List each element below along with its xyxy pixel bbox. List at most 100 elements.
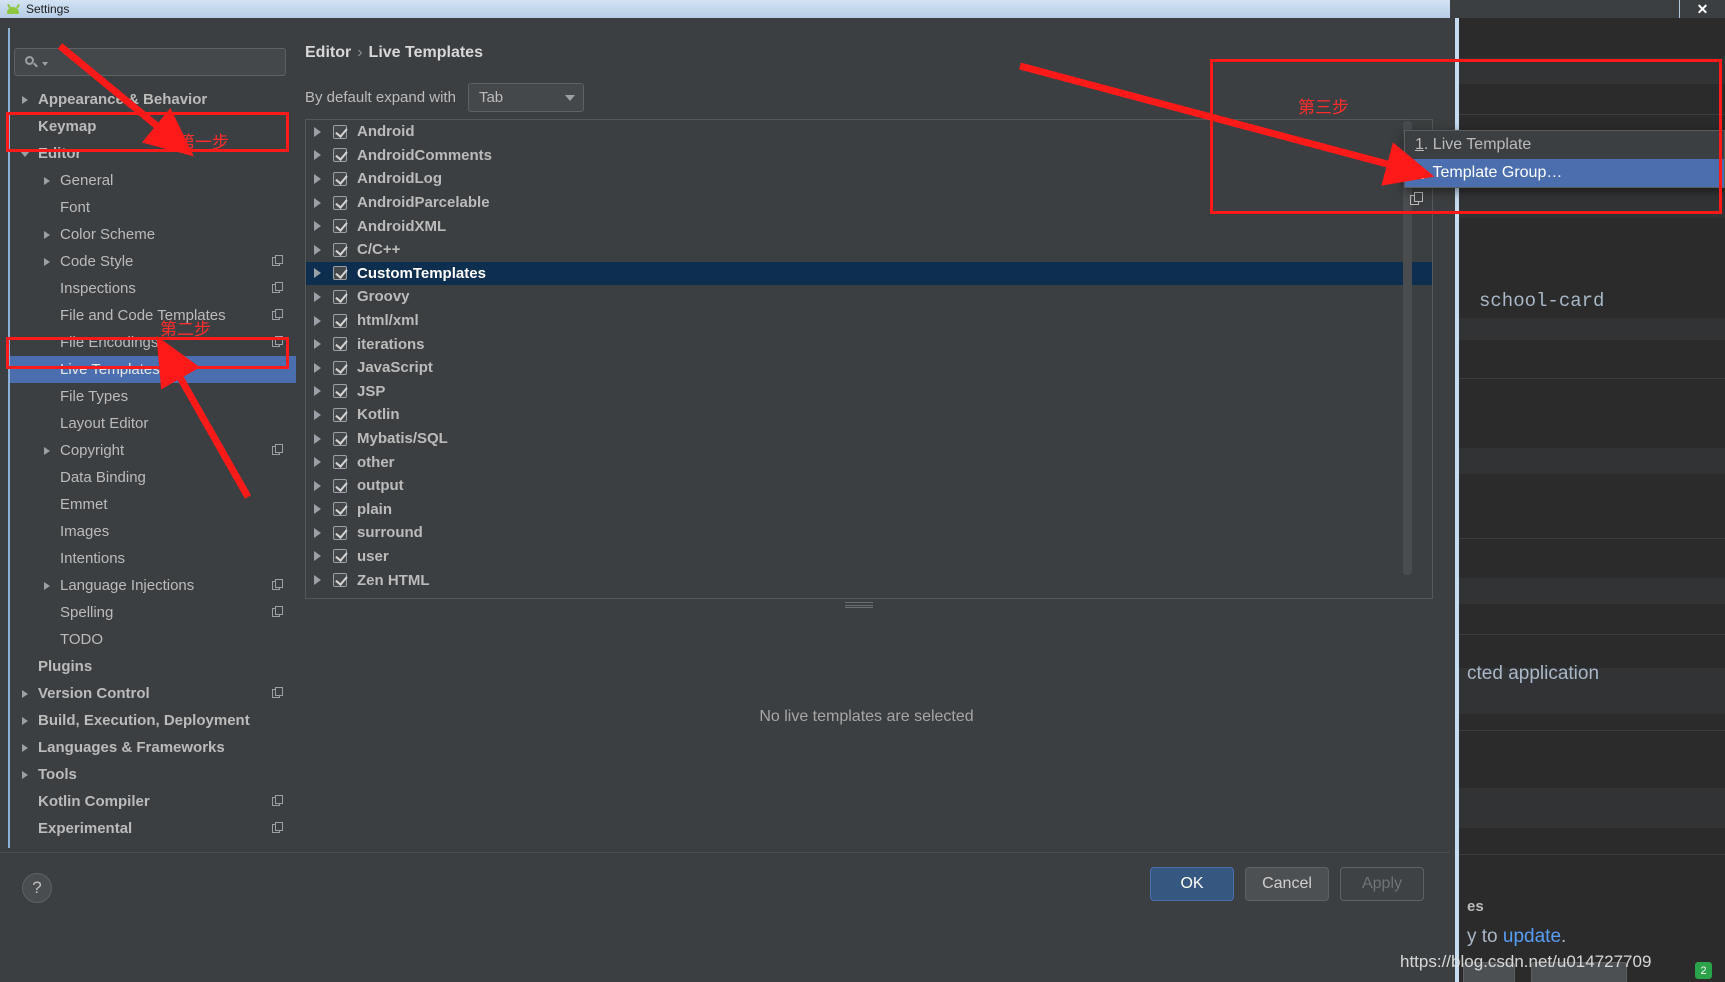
chevron-right-icon[interactable] xyxy=(314,291,321,302)
chevron-right-icon[interactable] xyxy=(314,480,321,491)
template-group-checkbox[interactable] xyxy=(333,337,347,352)
sidebar-item-data-binding[interactable]: Data Binding xyxy=(10,464,296,491)
sidebar-item-todo[interactable]: TODO xyxy=(10,626,296,653)
template-group-row[interactable]: Android xyxy=(306,120,1432,144)
template-group-checkbox[interactable] xyxy=(333,407,347,422)
template-group-row[interactable]: iterations xyxy=(306,332,1432,356)
chevron-right-icon[interactable] xyxy=(314,362,321,373)
template-group-checkbox[interactable] xyxy=(333,266,347,281)
twisty-collapsed[interactable] xyxy=(18,743,32,752)
sidebar-item-plugins[interactable]: Plugins xyxy=(10,653,296,680)
template-group-row[interactable]: plain xyxy=(306,498,1432,522)
chevron-right-icon[interactable] xyxy=(314,433,321,444)
template-group-checkbox[interactable] xyxy=(333,478,347,493)
chevron-right-icon[interactable] xyxy=(314,173,321,184)
template-group-row[interactable]: JavaScript xyxy=(306,356,1432,380)
sidebar-item-inspections[interactable]: Inspections xyxy=(10,275,296,302)
help-button[interactable]: ? xyxy=(22,873,52,903)
twisty-collapsed[interactable] xyxy=(40,446,54,455)
sidebar-item-layout-editor[interactable]: Layout Editor xyxy=(10,410,296,437)
template-group-checkbox[interactable] xyxy=(333,242,347,257)
template-group-checkbox[interactable] xyxy=(333,360,347,375)
chevron-right-icon[interactable] xyxy=(314,575,321,586)
chevron-right-icon[interactable] xyxy=(314,504,321,515)
sidebar-item-color-scheme[interactable]: Color Scheme xyxy=(10,221,296,248)
close-icon[interactable]: ✕ xyxy=(1679,0,1725,18)
chevron-right-icon[interactable] xyxy=(314,386,321,397)
sidebar-item-build-execution-deployment[interactable]: Build, Execution, Deployment xyxy=(10,707,296,734)
chevron-down-icon[interactable] xyxy=(42,62,48,66)
chevron-right-icon[interactable] xyxy=(314,409,321,420)
sidebar-item-font[interactable]: Font xyxy=(10,194,296,221)
template-group-checkbox[interactable] xyxy=(333,289,347,304)
template-group-row[interactable]: AndroidComments xyxy=(306,144,1432,168)
chevron-right-icon[interactable] xyxy=(314,315,321,326)
twisty-collapsed[interactable] xyxy=(40,581,54,590)
template-group-checkbox[interactable] xyxy=(333,455,347,470)
template-group-checkbox[interactable] xyxy=(333,171,347,186)
template-group-row[interactable]: JSP xyxy=(306,380,1432,404)
template-group-row[interactable]: AndroidXML xyxy=(306,214,1432,238)
apply-button[interactable]: Apply xyxy=(1340,867,1424,901)
duplicate-button[interactable] xyxy=(1400,184,1434,214)
menu-item-live-template[interactable]: 1. Live Template xyxy=(1405,131,1724,159)
sidebar-item-editor[interactable]: Editor xyxy=(10,140,296,167)
template-group-row[interactable]: output xyxy=(306,474,1432,498)
sidebar-item-code-style[interactable]: Code Style xyxy=(10,248,296,275)
sidebar-item-version-control[interactable]: Version Control xyxy=(10,680,296,707)
sidebar-item-file-types[interactable]: File Types xyxy=(10,383,296,410)
chevron-right-icon[interactable] xyxy=(314,551,321,562)
sidebar-item-general[interactable]: General xyxy=(10,167,296,194)
sidebar-item-file-and-code-templates[interactable]: File and Code Templates xyxy=(10,302,296,329)
template-group-row[interactable]: Kotlin xyxy=(306,403,1432,427)
template-group-checkbox[interactable] xyxy=(333,525,347,540)
search-box[interactable] xyxy=(14,48,286,76)
background-update-link[interactable]: update xyxy=(1503,926,1561,947)
template-group-checkbox[interactable] xyxy=(333,431,347,446)
twisty-collapsed[interactable] xyxy=(18,689,32,698)
sidebar-item-keymap[interactable]: Keymap xyxy=(10,113,296,140)
expand-with-select[interactable]: Tab xyxy=(467,83,584,112)
sidebar-item-intentions[interactable]: Intentions xyxy=(10,545,296,572)
template-group-checkbox[interactable] xyxy=(333,384,347,399)
twisty-expanded[interactable] xyxy=(18,150,32,157)
splitter-grip[interactable] xyxy=(845,602,873,608)
template-group-row[interactable]: html/xml xyxy=(306,309,1432,333)
template-group-row[interactable]: other xyxy=(306,450,1432,474)
template-group-checkbox[interactable] xyxy=(333,124,347,139)
twisty-collapsed[interactable] xyxy=(40,257,54,266)
template-group-checkbox[interactable] xyxy=(333,148,347,163)
template-group-row[interactable]: Groovy xyxy=(306,285,1432,309)
sidebar-item-appearance-behavior[interactable]: Appearance & Behavior xyxy=(10,86,296,113)
template-groups-list[interactable]: Android AndroidComments AndroidLog AndroidP… xyxy=(305,119,1433,599)
sidebar-item-file-encodings[interactable]: File Encodings xyxy=(10,329,296,356)
template-group-row[interactable]: Zen HTML xyxy=(306,568,1432,592)
twisty-collapsed[interactable] xyxy=(18,95,32,104)
ok-button[interactable]: OK xyxy=(1150,867,1234,901)
sidebar-item-live-templates[interactable]: Live Templates xyxy=(10,356,296,383)
sidebar-item-spelling[interactable]: Spelling xyxy=(10,599,296,626)
template-group-checkbox[interactable] xyxy=(333,502,347,517)
template-group-checkbox[interactable] xyxy=(333,549,347,564)
cancel-button[interactable]: Cancel xyxy=(1245,867,1329,901)
chevron-right-icon[interactable] xyxy=(314,126,321,137)
sidebar-item-kotlin-compiler[interactable]: Kotlin Compiler xyxy=(10,788,296,815)
template-group-row[interactable]: Mybatis/SQL xyxy=(306,427,1432,451)
template-group-row[interactable]: surround xyxy=(306,521,1432,545)
chevron-right-icon[interactable] xyxy=(314,527,321,538)
add-popup-menu[interactable]: 1. Live Template 2. Template Group… xyxy=(1404,130,1725,188)
sidebar-item-tools[interactable]: Tools xyxy=(10,761,296,788)
sidebar-item-experimental[interactable]: Experimental xyxy=(10,815,296,842)
sidebar-item-languages-frameworks[interactable]: Languages & Frameworks xyxy=(10,734,296,761)
sidebar-item-copyright[interactable]: Copyright xyxy=(10,437,296,464)
sidebar-item-emmet[interactable]: Emmet xyxy=(10,491,296,518)
chevron-right-icon[interactable] xyxy=(314,197,321,208)
template-group-checkbox[interactable] xyxy=(333,573,347,588)
twisty-collapsed[interactable] xyxy=(40,176,54,185)
twisty-collapsed[interactable] xyxy=(40,230,54,239)
chevron-right-icon[interactable] xyxy=(314,244,321,255)
chevron-right-icon[interactable] xyxy=(314,150,321,161)
template-group-row[interactable]: AndroidLog xyxy=(306,167,1432,191)
sidebar-item-language-injections[interactable]: Language Injections xyxy=(10,572,296,599)
sidebar-item-images[interactable]: Images xyxy=(10,518,296,545)
